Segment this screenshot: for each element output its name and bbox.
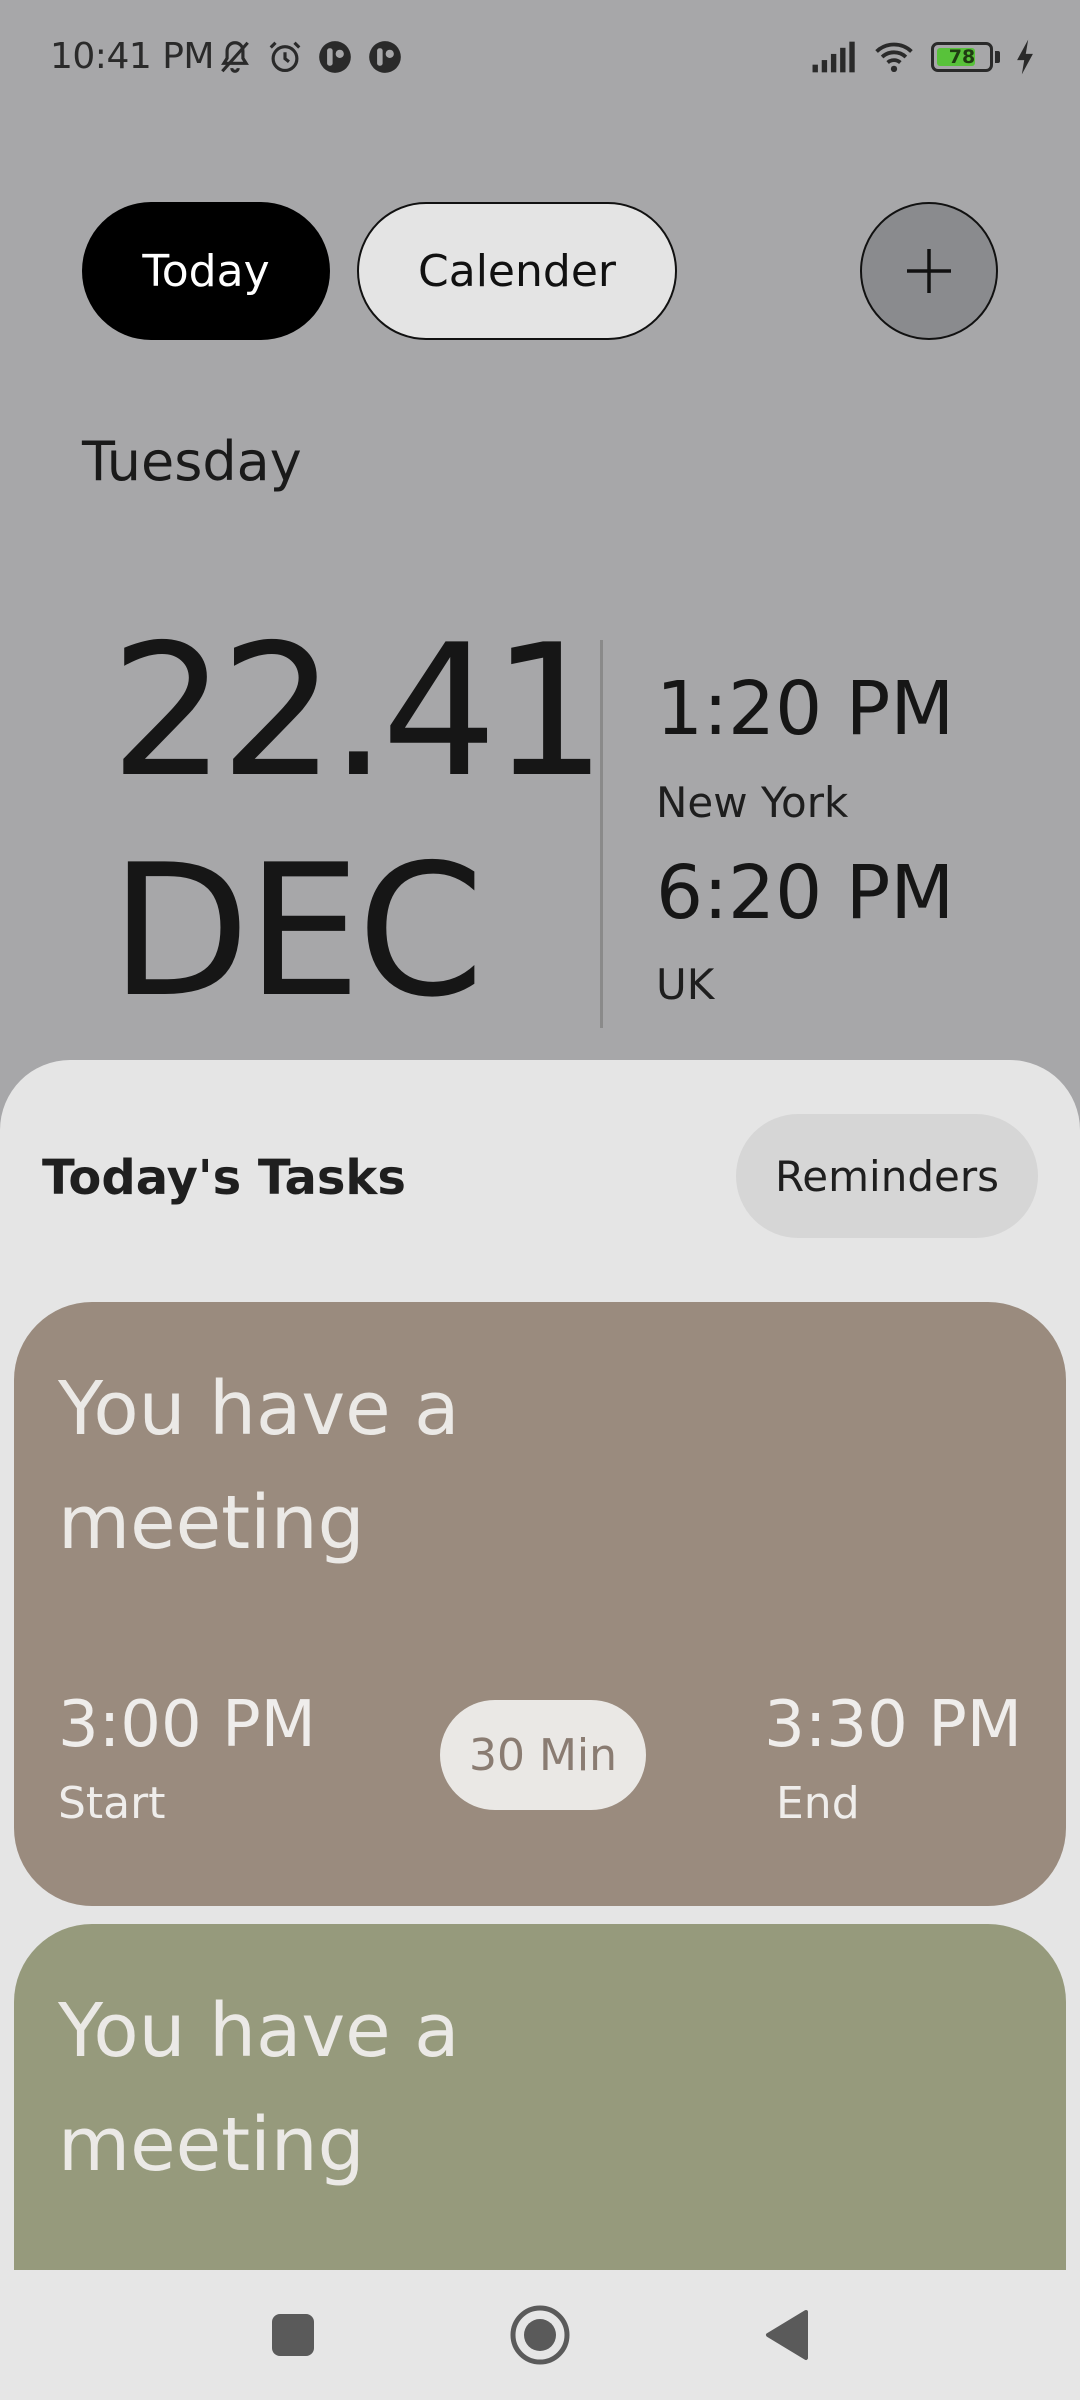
wifi-icon [875, 42, 913, 73]
battery-indicator: 78 [931, 42, 1000, 72]
tab-today[interactable]: Today [82, 202, 330, 340]
reminders-button[interactable]: Reminders [736, 1114, 1038, 1238]
back-triangle-icon [766, 2310, 808, 2360]
world-clock-time: 1:20 PM [656, 666, 955, 752]
tasks-title: Today's Tasks [42, 1150, 406, 1206]
task-start-label: Start [58, 1778, 166, 1829]
app-notification-icon [369, 41, 401, 73]
task-title: You have a meeting [58, 1366, 460, 1566]
app-notification-icon [319, 41, 351, 73]
battery-icon: 78 [931, 42, 993, 72]
task-card[interactable]: You have a meeting 3:00 PM Start 30 Min … [14, 1302, 1066, 1906]
task-start-time: 3:00 PM [58, 1688, 316, 1762]
status-time: 10:41 PM [50, 36, 214, 77]
world-clock-time: 6:20 PM [656, 850, 955, 936]
status-bar: 10:41 PM 78 [0, 0, 1080, 120]
task-duration-badge: 30 Min [440, 1700, 646, 1810]
month-display: DEC [110, 825, 484, 1037]
signal-icon [812, 41, 855, 73]
alarm-icon [269, 41, 301, 73]
task-title: You have a meeting [58, 1988, 460, 2188]
task-end-label: End [776, 1778, 860, 1829]
charging-icon [1017, 39, 1033, 75]
back-button[interactable] [750, 2298, 824, 2372]
clock-divider [600, 640, 603, 1028]
home-circle-icon [510, 2305, 570, 2365]
battery-percent: 78 [948, 46, 976, 68]
home-button[interactable] [503, 2298, 577, 2372]
task-end-time: 3:30 PM [764, 1688, 1022, 1762]
world-clock-city: New York [656, 778, 849, 827]
add-button[interactable] [860, 202, 998, 340]
square-icon [272, 2314, 314, 2356]
navigation-bar [0, 2270, 1080, 2400]
plus-icon [907, 249, 951, 293]
date-display: 22.41 [110, 605, 607, 817]
battery-cap [995, 51, 1000, 63]
notification-icons [216, 38, 404, 76]
tab-calendar[interactable]: Calender [357, 202, 677, 340]
system-icons: 78 [811, 38, 1036, 76]
recent-apps-button[interactable] [256, 2298, 330, 2372]
weekday-label: Tuesday [82, 430, 302, 493]
bell-off-icon [221, 41, 249, 73]
world-clock-city: UK [656, 960, 715, 1009]
